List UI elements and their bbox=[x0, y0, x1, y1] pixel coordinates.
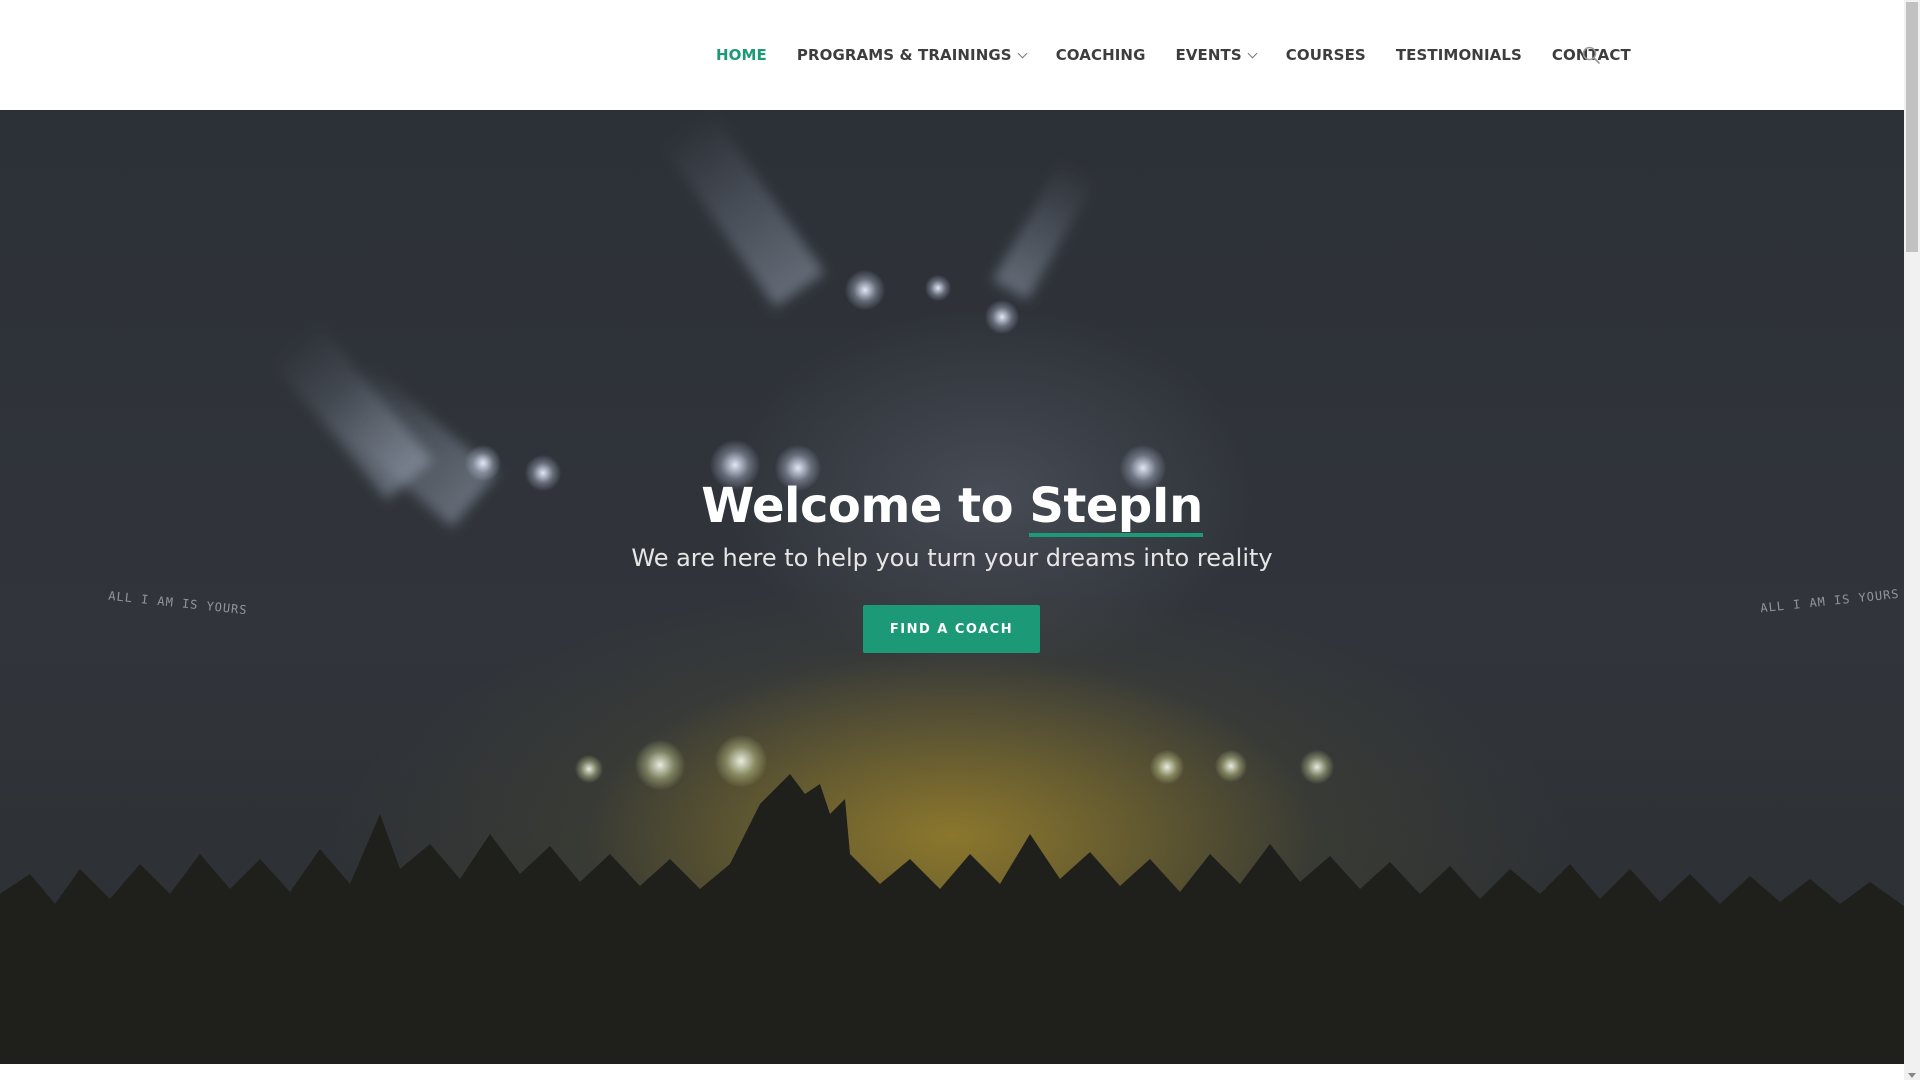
page-scrollbar[interactable] bbox=[1904, 0, 1920, 1080]
find-a-coach-button[interactable]: FIND A COACH bbox=[863, 605, 1040, 653]
nav-label: COACHING bbox=[1055, 46, 1146, 64]
crowd-silhouette bbox=[0, 774, 1904, 1064]
scrollbar-thumb[interactable] bbox=[1906, 2, 1918, 252]
nav-label: EVENTS bbox=[1175, 46, 1242, 64]
nav-item-testimonials[interactable]: TESTIMONIALS bbox=[1396, 46, 1522, 64]
nav-label: COURSES bbox=[1285, 46, 1366, 64]
stage-beam bbox=[660, 110, 825, 308]
hero-section: ALL I AM IS YOURS ALL I AM IS YOURS Welc… bbox=[0, 110, 1904, 1064]
nav-item-courses[interactable]: COURSES bbox=[1286, 46, 1366, 64]
hero-title: Welcome to StepIn bbox=[0, 478, 1904, 538]
nav-item-home[interactable]: HOME bbox=[716, 46, 767, 64]
stage-light bbox=[465, 445, 501, 481]
stage-light bbox=[845, 270, 885, 310]
nav-item-events[interactable]: EVENTS bbox=[1175, 46, 1258, 64]
nav-label: HOME bbox=[716, 46, 767, 64]
hero-background: ALL I AM IS YOURS ALL I AM IS YOURS bbox=[0, 110, 1904, 1064]
hero-title-prefix: Welcome to bbox=[701, 478, 1030, 534]
screen-text-left: ALL I AM IS YOURS bbox=[107, 588, 249, 618]
main-nav: HOME PROGRAMS & TRAININGS COACHING EVENT… bbox=[716, 0, 1661, 110]
search-icon[interactable] bbox=[1582, 46, 1600, 64]
nav-label: TESTIMONIALS bbox=[1395, 46, 1522, 64]
scroll-down-arrow-icon[interactable] bbox=[1908, 1073, 1916, 1078]
chevron-down-icon bbox=[1017, 48, 1028, 58]
stage-beam bbox=[992, 158, 1098, 300]
hero-subtitle: We are here to help you turn your dreams… bbox=[631, 544, 1273, 572]
nav-item-coaching[interactable]: COACHING bbox=[1056, 46, 1146, 64]
nav-label: PROGRAMS & TRAININGS bbox=[796, 46, 1012, 64]
site-header: HOME PROGRAMS & TRAININGS COACHING EVENT… bbox=[0, 0, 1904, 110]
nav-item-programs-trainings[interactable]: PROGRAMS & TRAININGS bbox=[796, 46, 1028, 64]
stage-light bbox=[985, 300, 1019, 334]
hero-title-brand: StepIn bbox=[1029, 481, 1203, 538]
screen-text-right: ALL I AM IS YOURS bbox=[1759, 586, 1901, 616]
page: HOME PROGRAMS & TRAININGS COACHING EVENT… bbox=[0, 0, 1904, 1080]
chevron-down-icon bbox=[1247, 48, 1258, 58]
stage-light bbox=[925, 275, 951, 301]
